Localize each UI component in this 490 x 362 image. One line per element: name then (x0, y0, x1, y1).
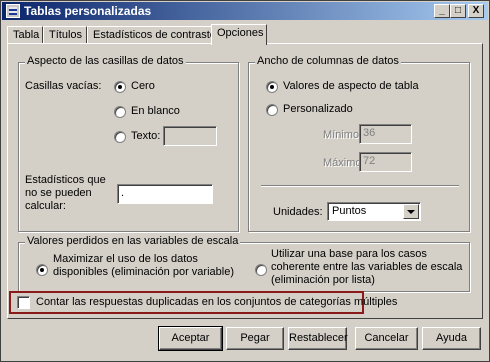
radio-cero-label[interactable]: Cero (131, 80, 155, 92)
radio-custom-width-label[interactable]: Personalizado (283, 103, 353, 115)
units-label: Unidades: (273, 206, 323, 218)
radio-texto[interactable] (114, 131, 126, 143)
uncomputable-label-2: no se pueden (25, 187, 92, 199)
column-width-legend: Ancho de columnas de datos (255, 55, 401, 67)
pairwise-deletion-label-1[interactable]: Maximizar el uso de los datos (53, 253, 198, 265)
radio-table-look-width-label[interactable]: Valores de aspecto de tabla (283, 80, 419, 92)
reset-button[interactable]: Restablecer (288, 327, 348, 350)
uncomputable-label-1: Estadísticos que (25, 174, 106, 186)
empty-text-input[interactable] (163, 126, 217, 146)
title-bar[interactable]: Tablas personalizadas _ □ X (2, 2, 488, 20)
units-select[interactable]: Puntos (327, 202, 421, 221)
listwise-deletion-label-1[interactable]: Utilizar una base para los casos (271, 248, 427, 260)
duplicates-checkbox[interactable] (17, 296, 30, 309)
missing-values-group: Valores perdidos en las variables de esc… (18, 235, 470, 292)
radio-listwise-deletion[interactable] (255, 264, 267, 276)
uncomputable-input[interactable]: . (117, 184, 213, 204)
close-button[interactable]: X (468, 4, 484, 18)
data-cells-legend: Aspecto de las casillas de datos (25, 55, 186, 67)
empty-cells-label: Casillas vacías: (25, 80, 102, 92)
missing-values-legend: Valores perdidos en las variables de esc… (25, 235, 241, 247)
maximize-button[interactable]: □ (450, 4, 466, 18)
minimize-button[interactable]: _ (434, 4, 450, 18)
radio-en-blanco-label[interactable]: En blanco (131, 105, 180, 117)
column-width-group: Ancho de columnas de datos Valores de as… (248, 55, 470, 232)
cancel-button[interactable]: Cancelar (355, 327, 418, 350)
pairwise-deletion-label-2[interactable]: disponibles (eliminación por variable) (53, 266, 234, 278)
listwise-deletion-label-2[interactable]: coherente entre las variables de escala (271, 261, 462, 273)
radio-cero[interactable] (114, 81, 126, 93)
radio-en-blanco[interactable] (114, 106, 126, 118)
radio-table-look-width[interactable] (266, 81, 278, 93)
options-panel: Aspecto de las casillas de datos Casilla… (7, 43, 483, 319)
data-cells-group: Aspecto de las casillas de datos Casilla… (18, 55, 239, 232)
tab-tabla[interactable]: Tabla (7, 26, 43, 44)
help-button[interactable]: Ayuda (422, 327, 481, 350)
tab-titulos[interactable]: Títulos (43, 26, 87, 44)
paste-button[interactable]: Pegar (226, 327, 284, 350)
dialog-window: Tablas personalizadas _ □ X Tabla Título… (0, 0, 490, 362)
ok-button[interactable]: Aceptar (158, 326, 223, 351)
minimum-label: Mínimo: (323, 129, 363, 141)
units-select-value: Puntos (332, 205, 367, 217)
radio-pairwise-deletion[interactable] (36, 264, 48, 276)
column-width-separator (261, 185, 459, 187)
radio-texto-label[interactable]: Texto: (131, 130, 160, 142)
duplicates-highlight: Contar las respuestas duplicadas en los … (9, 291, 397, 314)
tab-estadisticos-contraste[interactable]: Estadísticos de contraste (87, 26, 216, 44)
listwise-deletion-label-3[interactable]: (eliminación por lista) (271, 274, 375, 286)
chevron-down-icon[interactable] (403, 204, 419, 219)
radio-custom-width[interactable] (266, 104, 278, 116)
uncomputable-label-3: calcular: (25, 200, 66, 212)
duplicates-checkbox-label[interactable]: Contar las respuestas duplicadas en los … (36, 296, 397, 308)
minimum-input[interactable]: 36 (359, 124, 412, 144)
tab-opciones[interactable]: Opciones (211, 24, 267, 45)
table-app-icon (6, 4, 20, 18)
maximum-input[interactable]: 72 (359, 152, 412, 172)
window-title: Tablas personalizadas (24, 4, 152, 18)
